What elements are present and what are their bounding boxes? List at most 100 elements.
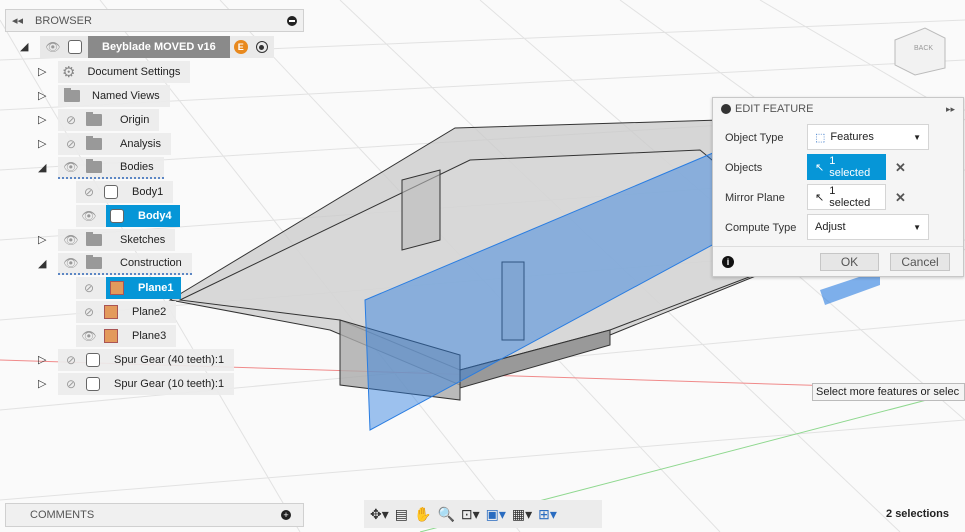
pan-icon[interactable]: ✋ (414, 506, 431, 523)
eye-icon[interactable]: 👁 (62, 257, 80, 269)
selection-status: 2 selections (886, 508, 949, 520)
browser-header[interactable]: ◂◂ BROWSER (5, 9, 304, 32)
folder-icon (86, 136, 102, 150)
cancel-button[interactable]: Cancel (890, 253, 950, 271)
comments-panel[interactable]: COMMENTS + (5, 503, 304, 527)
expand-icon[interactable]: ▷ (38, 90, 50, 102)
expand-icon[interactable]: ◢ (20, 41, 32, 53)
chevron-down-icon: ▼ (913, 222, 921, 232)
expand-icon[interactable]: ▷ (38, 354, 50, 366)
body-icon (110, 209, 124, 223)
info-icon[interactable]: i (722, 256, 734, 268)
eye-hidden-icon[interactable]: ⊘ (62, 378, 80, 390)
tree-item-sketches[interactable]: ▷ 👁 Sketches (38, 229, 176, 251)
viewports-icon[interactable]: ⊞▾ (538, 506, 557, 523)
tree-item-body1[interactable]: ⊘ Body1 (76, 181, 174, 203)
look-at-icon[interactable]: ▤ (395, 506, 408, 523)
eye-icon[interactable]: 👁 (80, 330, 98, 342)
folder-icon (86, 112, 102, 126)
mirror-plane-label: Mirror Plane (725, 192, 785, 204)
component-icon (86, 353, 100, 367)
tree-item-spur-gear-10[interactable]: ▷ ⊘ Spur Gear (10 teeth):1 (38, 373, 235, 395)
grid-settings-icon[interactable]: ▦▾ (512, 506, 532, 523)
eye-hidden-icon[interactable]: ⊘ (62, 138, 80, 150)
eye-hidden-icon[interactable]: ⊘ (62, 354, 80, 366)
item-label: Origin (120, 114, 150, 126)
folder-icon (64, 88, 80, 102)
item-label: Named Views (92, 90, 160, 102)
component-icon (86, 377, 100, 391)
eye-hidden-icon[interactable]: ⊘ (80, 186, 98, 198)
plane-icon (104, 305, 118, 319)
orbit-icon[interactable]: ✥▾ (370, 506, 389, 523)
object-type-label: Object Type (725, 132, 784, 144)
expand-icon[interactable]: ▷ (38, 114, 50, 126)
tree-item-named-views[interactable]: ▷ Named Views (38, 85, 170, 107)
add-comment-icon[interactable]: + (281, 510, 291, 520)
eye-icon[interactable]: 👁 (80, 210, 98, 222)
tree-item-analysis[interactable]: ▷ ⊘ Analysis (38, 133, 171, 155)
eye-icon[interactable]: 👁 (44, 41, 62, 53)
display-settings-icon[interactable]: ▣▾ (486, 506, 506, 523)
item-label: Plane2 (132, 306, 167, 318)
compute-type-label: Compute Type (725, 222, 797, 234)
item-label: Spur Gear (10 teeth):1 (114, 378, 225, 390)
dialog-header[interactable]: EDIT FEATURE ▸▸ (713, 98, 963, 120)
collapse-icon[interactable]: ◂◂ (12, 14, 23, 27)
tree-item-origin[interactable]: ▷ ⊘ Origin (38, 109, 160, 131)
item-label: Plane3 (132, 330, 167, 342)
tree-item-document-settings[interactable]: ▷ ⚙ Document Settings (38, 61, 191, 83)
item-label: Construction (120, 257, 182, 269)
eye-icon[interactable]: 👁 (62, 161, 80, 173)
selection-tooltip: Select more features or selec (812, 383, 965, 401)
tree-item-body4[interactable]: 👁 Body4 (76, 205, 180, 227)
collapse-icon[interactable]: ◢ (38, 162, 50, 174)
compute-type-value: Adjust (815, 221, 846, 233)
chevron-down-icon: ▼ (913, 132, 921, 142)
tree-item-spur-gear-40[interactable]: ▷ ⊘ Spur Gear (40 teeth):1 (38, 349, 235, 371)
clear-mirror-plane-icon[interactable]: ✕ (895, 190, 906, 206)
root-label: Beyblade MOVED v16 (88, 36, 230, 58)
eye-hidden-icon[interactable]: ⊘ (80, 306, 98, 318)
folder-icon (86, 255, 102, 269)
fit-icon[interactable]: ⊡▾ (461, 506, 480, 523)
minimize-icon[interactable] (721, 104, 731, 114)
viewcube-face: BACK (914, 45, 933, 52)
activate-radio[interactable] (255, 41, 268, 53)
body-icon (104, 185, 118, 199)
edit-feature-dialog: EDIT FEATURE ▸▸ Object Type ⬚ Features ▼ O… (712, 97, 964, 277)
tree-item-plane2[interactable]: ⊘ Plane2 (76, 301, 177, 323)
viewcube[interactable]: BACK (894, 27, 946, 76)
folder-icon (86, 232, 102, 246)
clear-objects-icon[interactable]: ✕ (895, 160, 906, 176)
compute-type-select[interactable]: Adjust ▼ (807, 214, 929, 240)
item-label: Document Settings (87, 66, 181, 78)
eye-icon[interactable]: 👁 (62, 234, 80, 246)
gear-icon: ⚙ (62, 64, 76, 81)
expand-icon[interactable]: ▷ (38, 378, 50, 390)
plane-icon (110, 281, 124, 295)
expand-icon[interactable]: ▷ (38, 234, 50, 246)
collapse-icon[interactable]: ◢ (38, 258, 50, 270)
expand-icon[interactable]: ▷ (38, 138, 50, 150)
item-label: Body1 (132, 186, 164, 198)
browser-title: BROWSER (35, 14, 92, 27)
objects-selector[interactable]: ↖ 1 selected (807, 154, 886, 180)
tree-item-plane1[interactable]: ⊘ Plane1 (76, 277, 182, 299)
eye-hidden-icon[interactable]: ⊘ (62, 114, 80, 126)
expand-icon[interactable]: ▸▸ (946, 104, 955, 115)
browser-root[interactable]: ◢ 👁 Beyblade MOVED v16 E (20, 36, 274, 58)
zoom-icon[interactable]: 🔍 (437, 506, 454, 523)
tree-item-construction[interactable]: ◢ 👁 Construction (38, 253, 192, 275)
tree-item-plane3[interactable]: 👁 Plane3 (76, 325, 177, 347)
ok-button[interactable]: OK (820, 253, 879, 271)
minimize-icon[interactable] (287, 15, 297, 26)
expand-icon[interactable]: ▷ (38, 66, 50, 78)
comments-title: COMMENTS (30, 509, 95, 521)
object-type-select[interactable]: ⬚ Features ▼ (807, 124, 929, 150)
eye-hidden-icon[interactable]: ⊘ (80, 282, 98, 294)
mirror-plane-selector[interactable]: ↖ 1 selected (807, 184, 886, 210)
mirror-plane-value: 1 selected (829, 185, 871, 209)
edit-badge: E (233, 40, 248, 54)
tree-item-bodies[interactable]: ◢ 👁 Bodies (38, 157, 164, 179)
